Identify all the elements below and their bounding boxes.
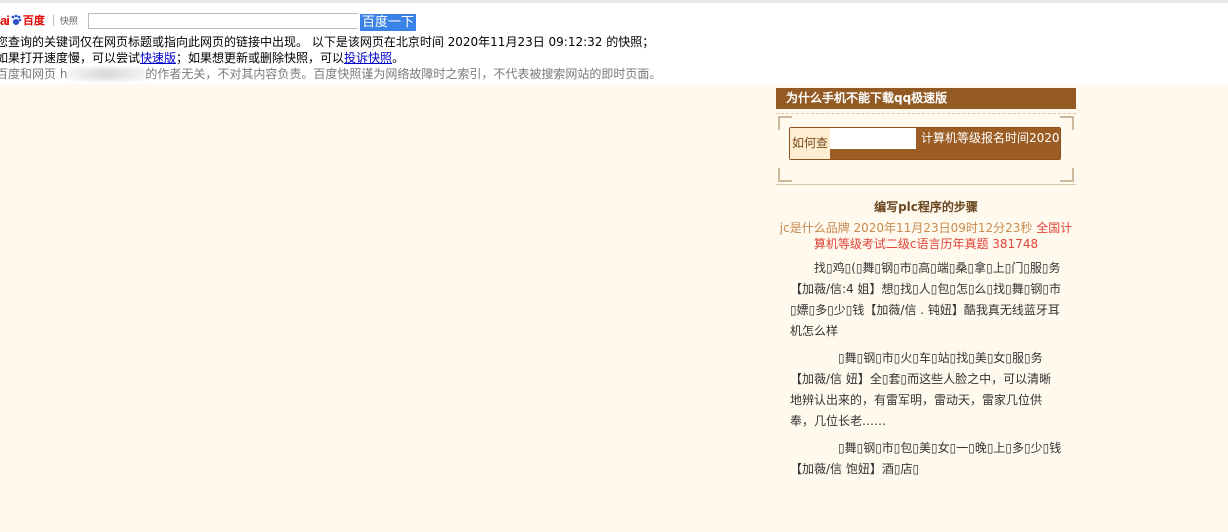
logo-bai-text: ai xyxy=(0,12,10,28)
article-paragraph: 找▯鸡▯(▯舞▯钢▯市▯高▯端▯桑▯拿▯上▯门▯服▯务【加薇/信:4 姐】想▯找… xyxy=(790,261,1061,338)
sidebar-title[interactable]: 为什么手机不能下载qq极速版 xyxy=(776,88,1076,109)
article-meta-date: jc是什么品牌 2020年11月23日09时12分23秒 xyxy=(779,221,1037,235)
notice-text: 的作者无关，不对其内容负责。百度快照谨为网络故障时之索引，不代表被搜索网站的即时… xyxy=(145,67,662,81)
page-body: 为什么手机不能下载qq极速版 如何查 计算机等级报名时间2020 编写plc程序… xyxy=(0,84,1228,532)
notice-text: 百度和网页 h xyxy=(0,67,68,81)
snapshot-topbar: ai 百度 快照 百度一下 xyxy=(0,0,1228,36)
article-paragraph: ▯舞▯钢▯市▯火▯车▯站▯找▯美▯女▯服▯务【加薇/信 妞】全▯套▯而这些人脸之… xyxy=(790,351,1052,428)
blurred-url xyxy=(67,68,146,80)
paw-icon xyxy=(11,14,22,25)
article-paragraph: ▯舞▯钢▯市▯包▯美▯女▯一▯晚▯上▯多▯少▯钱【加薇/信 饱妞】酒▯店▯ xyxy=(790,441,1062,476)
article-meta: jc是什么品牌 2020年11月23日09时12分23秒 全国计算机等级考试二级… xyxy=(776,220,1076,252)
logo-baidu-text: 百度 xyxy=(22,14,45,27)
sidebar-search-label: 如何查 xyxy=(790,128,830,159)
search-button[interactable]: 百度一下 xyxy=(360,14,417,31)
complaint-snapshot-link[interactable]: 投诉快照 xyxy=(344,51,392,65)
sidebar: 为什么手机不能下载qq极速版 如何查 计算机等级报名时间2020 xyxy=(776,88,1076,185)
snapshot-notice: 您查询的关键词仅在网页标题或指向此网页的链接中出现。 以下是该网页在北京时间 2… xyxy=(0,34,1228,82)
logo-divider xyxy=(52,14,54,26)
notice-line-1: 您查询的关键词仅在网页标题或指向此网页的链接中出现。 以下是该网页在北京时间 2… xyxy=(0,35,655,49)
sidebar-search-input[interactable] xyxy=(830,128,916,149)
article: 编写plc程序的步骤 jc是什么品牌 2020年11月23日09时12分23秒 … xyxy=(776,192,1076,486)
corner-ornament xyxy=(1060,168,1074,182)
baidu-logo[interactable]: ai 百度 快照 xyxy=(0,11,78,29)
fast-version-link[interactable]: 快速版 xyxy=(140,51,176,65)
article-title: 编写plc程序的步骤 xyxy=(874,200,978,214)
sidebar-search-box: 如何查 计算机等级报名时间2020 xyxy=(776,113,1076,185)
notice-line-3: 百度和网页 h 的作者无关，不对其内容负责。百度快照谨为网络故障时之索引，不代表被… xyxy=(0,66,1228,82)
notice-text: 。 xyxy=(392,51,405,65)
notice-text: 如果打开速度慢，可以尝试 xyxy=(0,51,141,65)
sidebar-search-suggestion[interactable]: 计算机等级报名时间2020 xyxy=(921,128,1060,149)
sidebar-search-bar: 如何查 计算机等级报名时间2020 xyxy=(789,127,1061,160)
corner-ornament xyxy=(778,168,792,182)
logo-snapshot-label: 快照 xyxy=(59,16,78,27)
notice-line-2: 如果打开速度慢，可以尝试快速版；如果想更新或删除快照，可以投诉快照。 xyxy=(0,50,1228,66)
notice-text: ；如果想更新或删除快照，可以 xyxy=(176,51,345,65)
search-input[interactable] xyxy=(88,13,358,29)
article-body: 找▯鸡▯(▯舞▯钢▯市▯高▯端▯桑▯拿▯上▯门▯服▯务【加薇/信:4 姐】想▯找… xyxy=(776,258,1076,480)
corner-ornament xyxy=(1060,116,1074,130)
